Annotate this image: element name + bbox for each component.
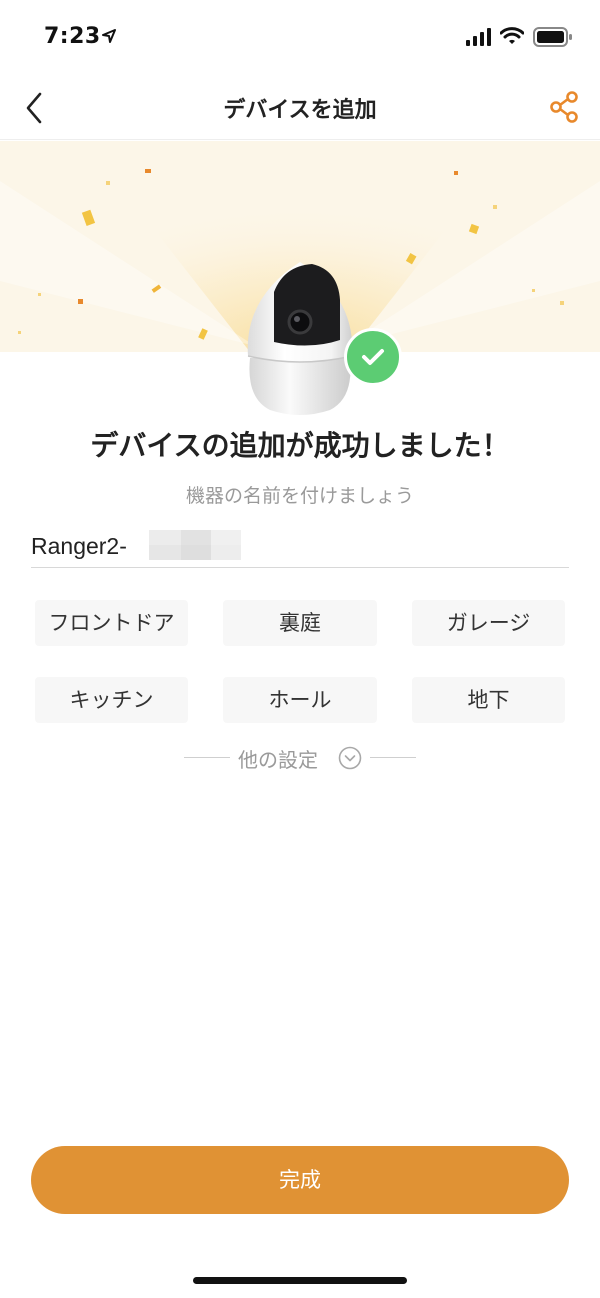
name-preset-chip[interactable]: 地下 [412, 677, 565, 723]
name-prompt: 機器の名前を付けましょう [185, 485, 414, 507]
name-preset-chip[interactable]: ホール [223, 677, 377, 723]
name-preset-chip[interactable]: 裏庭 [223, 600, 377, 646]
done-button[interactable]: 完成 [31, 1146, 569, 1214]
battery-icon [533, 27, 572, 47]
more-settings-toggle[interactable]: 他の設定 [184, 743, 416, 773]
navigation-bar: デバイスを追加 [0, 80, 600, 140]
redacted-name-suffix [149, 530, 241, 560]
home-indicator[interactable] [193, 1277, 407, 1284]
name-preset-chip[interactable]: フロントドア [35, 600, 188, 646]
status-bar: 7:23 [0, 0, 600, 80]
chevron-down-circle-icon [338, 746, 362, 770]
divider-line [370, 757, 416, 758]
share-button[interactable] [548, 90, 582, 124]
page-title: デバイスを追加 [223, 98, 377, 123]
name-preset-chip[interactable]: キッチン [35, 677, 188, 723]
share-icon [550, 91, 578, 123]
camera-device-image [247, 262, 353, 415]
divider-line [184, 757, 230, 758]
name-preset-chip[interactable]: ガレージ [412, 600, 565, 646]
wifi-icon [500, 27, 524, 44]
more-settings-label: 他の設定 [238, 748, 318, 772]
check-icon [362, 349, 384, 365]
location-arrow-icon [102, 29, 116, 43]
status-time: 7:23 [44, 24, 101, 49]
cellular-signal-icon [466, 28, 491, 46]
success-title: デバイスの追加が成功しました！ [90, 429, 510, 462]
device-name-field [31, 524, 569, 568]
success-check-badge [344, 328, 402, 386]
